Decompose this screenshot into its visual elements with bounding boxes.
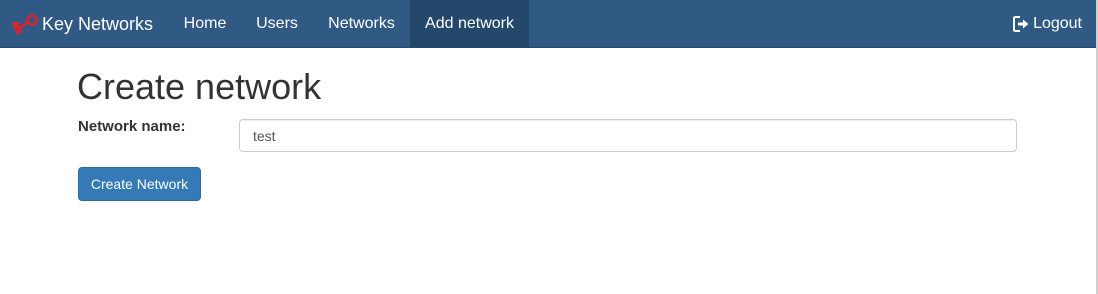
network-name-label: Network name: bbox=[78, 118, 186, 135]
brand-link[interactable]: Key Networks bbox=[12, 0, 153, 48]
nav-item-home[interactable]: Home bbox=[169, 0, 241, 48]
brand-label: Key Networks bbox=[42, 13, 154, 34]
network-name-input[interactable] bbox=[239, 119, 1017, 152]
nav-item-add-network[interactable]: Add network bbox=[410, 0, 529, 48]
create-network-button[interactable]: Create Network bbox=[78, 167, 201, 201]
logout-link[interactable]: Logout bbox=[1013, 0, 1082, 48]
nav-item-networks[interactable]: Networks bbox=[313, 0, 410, 48]
top-navbar: Key Networks Home Users Networks Add net… bbox=[0, 0, 1096, 48]
key-icon bbox=[12, 13, 38, 35]
logout-icon bbox=[1013, 16, 1030, 32]
nav-item-users[interactable]: Users bbox=[241, 0, 313, 48]
logout-label: Logout bbox=[1033, 15, 1082, 32]
page: Key Networks Home Users Networks Add net… bbox=[0, 0, 1098, 294]
page-title: Create network bbox=[77, 66, 322, 107]
